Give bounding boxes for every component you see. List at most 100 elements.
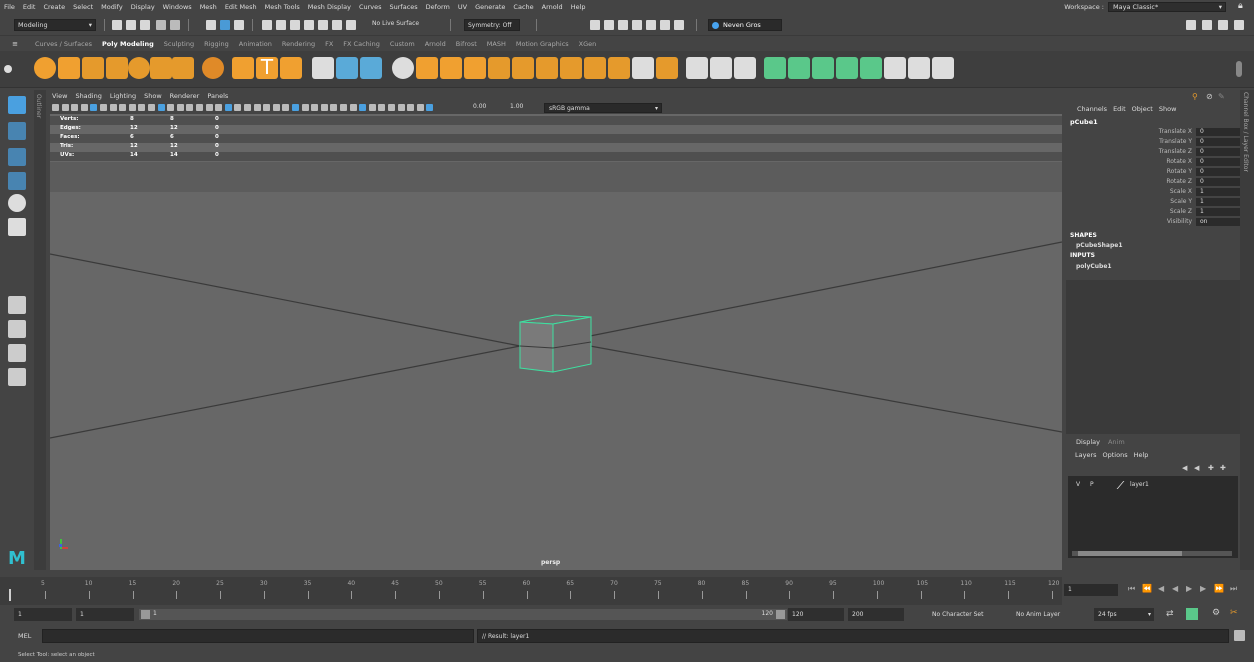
animation-end-field[interactable]: 200: [848, 608, 904, 621]
menu-uv[interactable]: UV: [454, 3, 471, 11]
range-slider[interactable]: 1 120: [139, 609, 787, 620]
shelf-tab-bifrost[interactable]: Bifrost: [451, 40, 482, 48]
channel-value[interactable]: 0: [1196, 128, 1240, 136]
platonic-solid-icon[interactable]: [202, 57, 224, 79]
new-scene-icon[interactable]: [112, 20, 122, 30]
viewport-menu-view[interactable]: View: [48, 92, 71, 100]
reduce-icon[interactable]: [860, 57, 882, 79]
gamma-value[interactable]: 1.00: [510, 103, 523, 110]
poly-cylinder-icon[interactable]: [82, 57, 104, 79]
layer-menu-layers[interactable]: Layers: [1072, 451, 1100, 459]
range-start-handle[interactable]: [141, 610, 150, 619]
workspace-select[interactable]: Maya Classic* ▾: [1108, 2, 1226, 12]
channel-value[interactable]: 0: [1196, 178, 1240, 186]
connect-icon[interactable]: [608, 57, 630, 79]
channel-menu-edit[interactable]: Edit: [1110, 105, 1129, 113]
shape-node[interactable]: pCubeShape1: [1076, 242, 1123, 249]
menu-curves[interactable]: Curves: [355, 3, 386, 11]
channel-row-scale-y[interactable]: Scale Y 1: [1066, 198, 1240, 207]
hide-icon[interactable]: ⊘: [1206, 92, 1213, 101]
playback-end-field[interactable]: 120: [788, 608, 844, 621]
viewport-toolbar-icon[interactable]: [52, 104, 59, 111]
outliner-collapsed-panel[interactable]: Outliner: [34, 90, 46, 570]
poly-disc-icon[interactable]: [172, 57, 194, 79]
layer-visibility-toggle[interactable]: V: [1076, 481, 1080, 488]
shelf-options-icon[interactable]: [4, 65, 12, 73]
viewport-menu-panels[interactable]: Panels: [203, 92, 232, 100]
undo-icon[interactable]: [156, 20, 166, 30]
viewport-toolbar-icon[interactable]: [359, 104, 367, 111]
viewport-toolbar-icon[interactable]: [80, 104, 88, 111]
snap-point-icon[interactable]: [290, 20, 300, 30]
channel-value[interactable]: 1: [1196, 188, 1240, 196]
command-input[interactable]: [42, 629, 474, 643]
menu-generate[interactable]: Generate: [471, 3, 509, 11]
collapse-icon[interactable]: [656, 57, 678, 79]
mirror-icon[interactable]: [764, 57, 786, 79]
scale-tool-icon[interactable]: [8, 218, 26, 236]
combine-icon[interactable]: [312, 57, 334, 79]
shelf-tab-poly-modeling[interactable]: Poly Modeling: [97, 40, 159, 48]
poly-torus-icon[interactable]: [128, 57, 150, 79]
viewport-toolbar-icon[interactable]: [148, 104, 155, 111]
script-language-toggle[interactable]: MEL: [18, 632, 31, 640]
lock-icon[interactable]: 🔒︎: [1238, 1, 1248, 12]
planar-uv-icon[interactable]: [686, 57, 708, 79]
menu-mesh[interactable]: Mesh: [196, 3, 221, 11]
exposure-value[interactable]: 0.00: [473, 103, 486, 110]
viewport-toolbar-icon[interactable]: [397, 104, 405, 111]
menu-create[interactable]: Create: [39, 3, 69, 11]
channel-box-toggle-icon[interactable]: [1234, 20, 1244, 30]
poly-cube[interactable]: [519, 314, 592, 373]
layer-menu-help[interactable]: Help: [1131, 451, 1152, 459]
selected-object-name[interactable]: pCube1: [1070, 118, 1098, 126]
input-node[interactable]: polyCube1: [1076, 263, 1112, 270]
shelf-menu-icon[interactable]: ≡: [0, 40, 30, 48]
time-slider[interactable]: 5 10 15 20 25 30 35 40 45 50 55 60 65 70 75 80 85 90 95 100…: [0, 577, 1062, 605]
multi-cut-icon[interactable]: [560, 57, 582, 79]
shelf-scroll-icon[interactable]: [1236, 61, 1242, 77]
single-pane-layout-icon[interactable]: [8, 296, 26, 314]
anim-prefs-icon[interactable]: ⚙: [1212, 608, 1220, 618]
viewport-menu-show[interactable]: Show: [140, 92, 166, 100]
shelf-tab-animation[interactable]: Animation: [234, 40, 277, 48]
viewport-toolbar-icon[interactable]: [378, 104, 386, 111]
layer-playback-toggle[interactable]: P: [1090, 481, 1094, 488]
viewport-toolbar-icon[interactable]: [330, 104, 338, 111]
viewport-toolbar-icon[interactable]: [320, 104, 328, 111]
snap-view-plane-icon[interactable]: [318, 20, 328, 30]
redo-icon[interactable]: [170, 20, 180, 30]
current-frame-field[interactable]: 1: [1064, 584, 1118, 596]
channel-value[interactable]: 0: [1196, 158, 1240, 166]
menu-surfaces[interactable]: Surfaces: [386, 3, 422, 11]
layer-tab-display[interactable]: Display: [1072, 438, 1104, 446]
viewport-toolbar-icon[interactable]: [263, 104, 271, 111]
layer-menu-options[interactable]: Options: [1100, 451, 1131, 459]
boolean-icon[interactable]: [392, 57, 414, 79]
channel-row-rotate-z[interactable]: Rotate Z 0: [1066, 178, 1240, 187]
viewport-toolbar-icon[interactable]: [138, 104, 146, 111]
separate-icon[interactable]: [336, 57, 358, 79]
layer-scrollbar-thumb[interactable]: [1078, 551, 1182, 556]
select-hierarchy-icon[interactable]: [206, 20, 216, 30]
snap-grid-icon[interactable]: [262, 20, 272, 30]
step-forward-frame-icon[interactable]: ▶: [1200, 584, 1206, 593]
play-backwards-icon[interactable]: ◀: [1172, 584, 1178, 593]
viewport-3d[interactable]: Verts: 8 8 0 Edges: 12 12 0 Faces: 6 6 0 Tris: 12 12 0 U…: [50, 114, 1062, 570]
shelf-tab-motion-graphics[interactable]: Motion Graphics: [511, 40, 574, 48]
select-component-icon[interactable]: [234, 20, 244, 30]
super-shape-icon[interactable]: [232, 57, 254, 79]
symmetry-select[interactable]: Symmetry: Off: [464, 19, 520, 31]
viewport-toolbar-icon[interactable]: [167, 104, 175, 111]
loop-icon[interactable]: ⇄: [1166, 609, 1174, 619]
menu-set-select[interactable]: Modeling ▾: [14, 19, 96, 31]
menu-modify[interactable]: Modify: [97, 3, 127, 11]
channel-value[interactable]: 0: [1196, 148, 1240, 156]
shelf-tab-curves-surfaces[interactable]: Curves / Surfaces: [30, 40, 97, 48]
viewport-toolbar-icon[interactable]: [234, 104, 242, 111]
viewport-toolbar-icon[interactable]: [272, 104, 280, 111]
ipr-render-icon[interactable]: [618, 20, 628, 30]
four-pane-layout-icon[interactable]: [8, 320, 26, 338]
shelf-tab-rendering[interactable]: Rendering: [277, 40, 320, 48]
play-forwards-icon[interactable]: ▶: [1186, 584, 1192, 593]
